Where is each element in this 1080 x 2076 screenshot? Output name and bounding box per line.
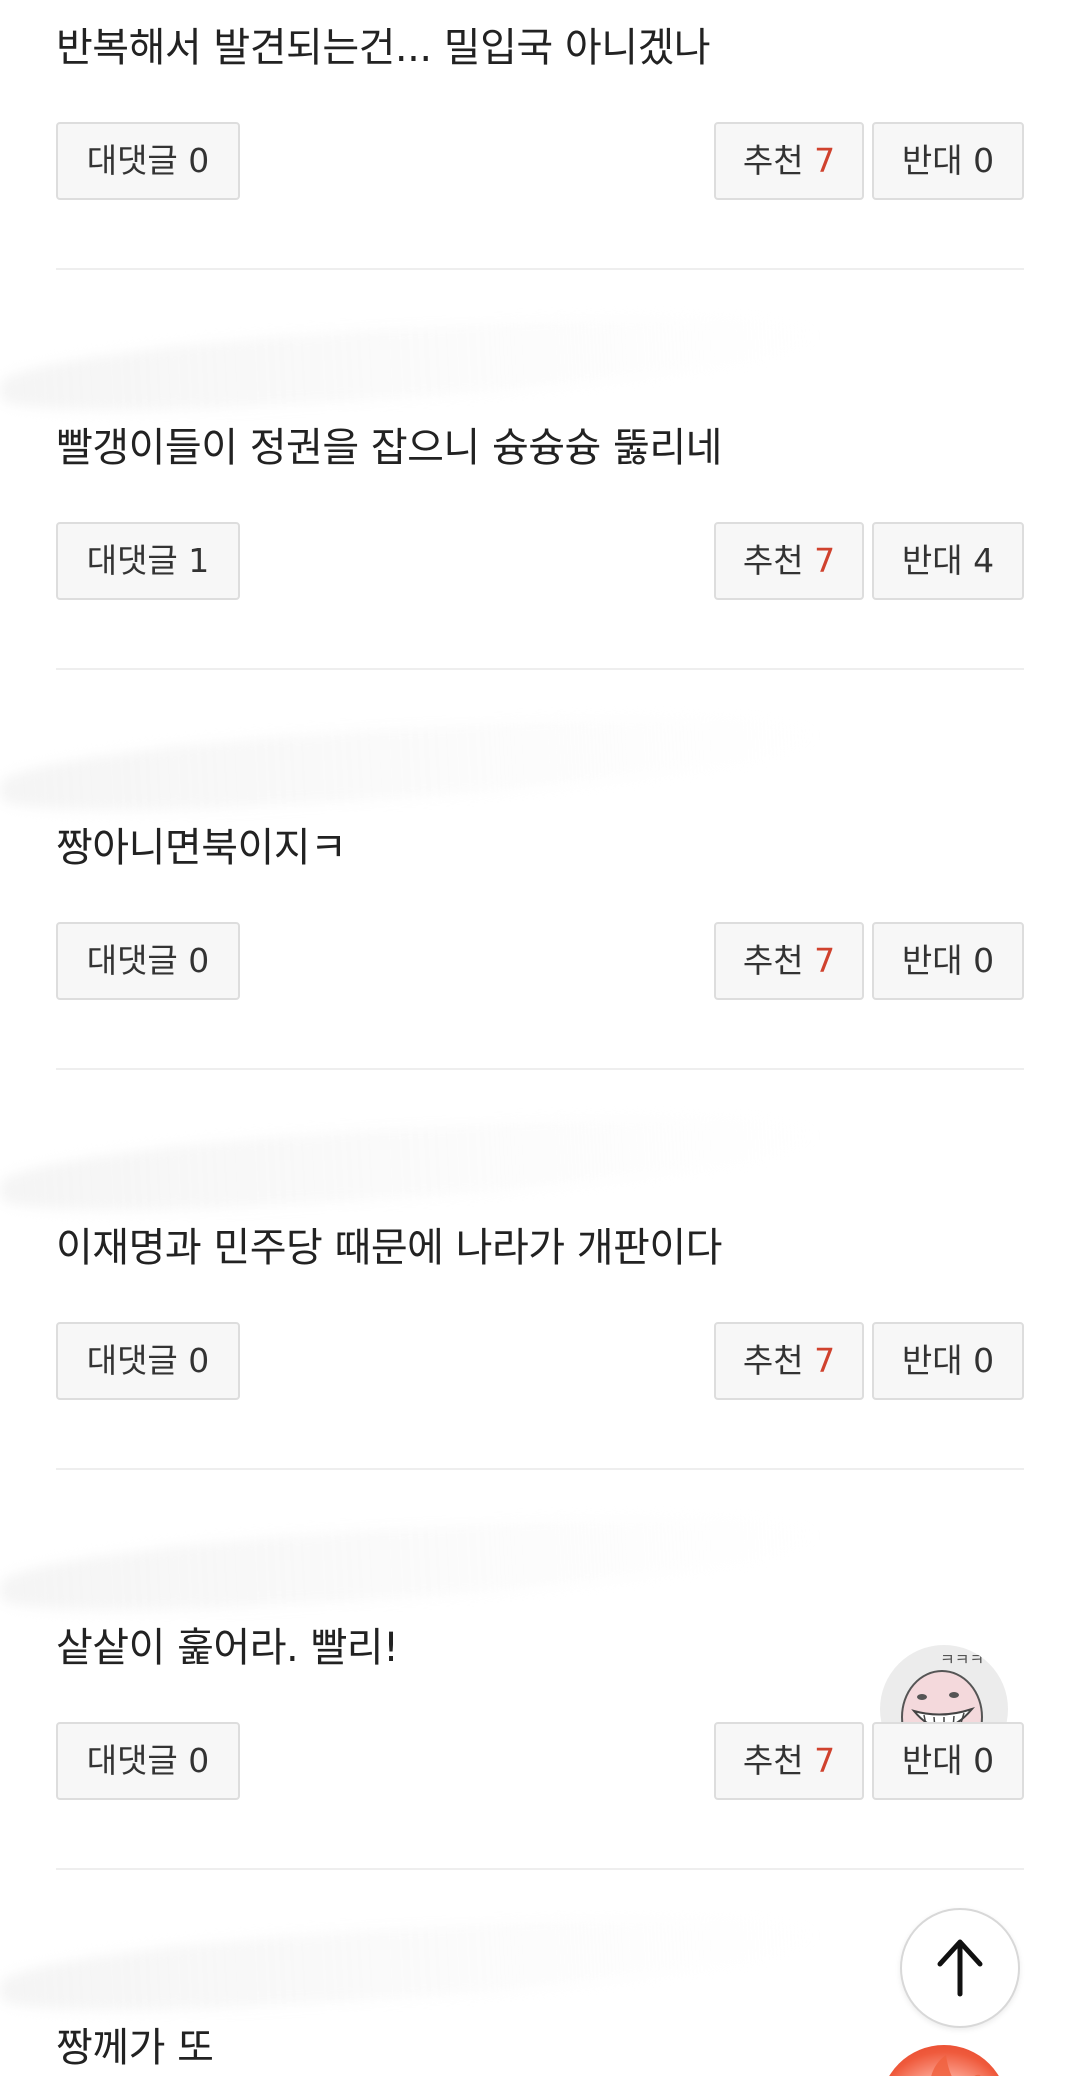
dislike-button[interactable]: 반대 0: [872, 1322, 1024, 1400]
like-label: 추천: [742, 941, 804, 980]
comment-item: 반복해서 발견되는건... 밀입국 아니겠나 대댓글 0 추천 7 반대 0: [0, 0, 1080, 310]
comment-divider: [56, 1068, 1024, 1070]
like-button[interactable]: 추천 7: [714, 1322, 864, 1400]
dislike-button[interactable]: 반대 0: [872, 1722, 1024, 1800]
like-button[interactable]: 추천 7: [714, 522, 864, 600]
like-count: 7: [814, 1341, 836, 1380]
reply-button[interactable]: 대댓글 1: [56, 522, 240, 600]
scroll-to-top-button[interactable]: [900, 1908, 1020, 2028]
comment-divider: [56, 268, 1024, 270]
dislike-button[interactable]: 반대 4: [872, 522, 1024, 600]
reply-button[interactable]: 대댓글 0: [56, 922, 240, 1000]
like-label: 추천: [742, 1341, 804, 1380]
comment-divider: [56, 1468, 1024, 1470]
dislike-count: 0: [973, 941, 995, 980]
reply-label: 대댓글: [86, 541, 178, 580]
dislike-button[interactable]: 반대 0: [872, 122, 1024, 200]
dislike-label: 반대: [901, 1341, 963, 1380]
background-smudge: [0, 706, 822, 820]
comment-text: 이재명과 민주당 때문에 나라가 개판이다: [56, 1225, 722, 1271]
like-count: 7: [814, 141, 836, 180]
reply-button[interactable]: 대댓글 0: [56, 122, 240, 200]
comment-item: 빨갱이들이 정권을 잡으니 슝슝슝 뚫리네 대댓글 1 추천 7 반대 4: [0, 306, 1080, 710]
comment-text: 반복해서 발견되는건... 밀입국 아니겠나: [56, 25, 711, 71]
dislike-label: 반대: [901, 1741, 963, 1780]
reply-count: 0: [188, 141, 210, 180]
like-button[interactable]: 추천 7: [714, 1722, 864, 1800]
dislike-label: 반대: [901, 541, 963, 580]
reply-label: 대댓글: [86, 1741, 178, 1780]
like-count: 7: [814, 1741, 836, 1780]
like-count: 7: [814, 541, 836, 580]
reply-count: 0: [188, 1341, 210, 1380]
arrow-up-icon: [937, 1939, 983, 1997]
reply-count: 0: [188, 1741, 210, 1780]
like-button[interactable]: 추천 7: [714, 922, 864, 1000]
reply-label: 대댓글: [86, 941, 178, 980]
like-count: 7: [814, 941, 836, 980]
background-smudge: [0, 306, 822, 420]
angry-fire-icon: [931, 2055, 981, 2076]
dislike-button[interactable]: 반대 0: [872, 922, 1024, 1000]
comment-text: 짱아니면북이지ㅋ: [56, 825, 347, 871]
reply-label: 대댓글: [86, 141, 178, 180]
comment-divider: [56, 668, 1024, 670]
background-smudge: [0, 1106, 822, 1220]
comment-text: 짱께가 또: [56, 2025, 214, 2071]
dislike-count: 4: [973, 541, 995, 580]
like-label: 추천: [742, 141, 804, 180]
reply-count: 1: [188, 541, 210, 580]
like-label: 추천: [742, 541, 804, 580]
comment-item: 짱아니면북이지ㅋ 대댓글 0 추천 7 반대 0: [0, 706, 1080, 1110]
dislike-count: 0: [973, 141, 995, 180]
comment-text: 빨갱이들이 정권을 잡으니 슝슝슝 뚫리네: [56, 425, 722, 471]
dislike-count: 0: [973, 1741, 995, 1780]
reply-label: 대댓글: [86, 1341, 178, 1380]
comment-divider: [56, 1868, 1024, 1870]
like-button[interactable]: 추천 7: [714, 122, 864, 200]
like-label: 추천: [742, 1741, 804, 1780]
comment-text: 샅샅이 훑어라. 빨리!: [56, 1625, 399, 1671]
emoticon-caption: ㅋㅋㅋ: [940, 1650, 984, 1669]
dislike-label: 반대: [901, 941, 963, 980]
dislike-label: 반대: [901, 141, 963, 180]
background-smudge: [0, 1910, 822, 2020]
dislike-count: 0: [973, 1341, 995, 1380]
reply-button[interactable]: 대댓글 0: [56, 1322, 240, 1400]
comment-item: 이재명과 민주당 때문에 나라가 개판이다 대댓글 0 추천 7 반대 0: [0, 1106, 1080, 1510]
angry-fire-emoticon: [880, 2045, 1008, 2076]
comment-item: ㅋㅋㅋ 샅샅이 훑어라. 빨리! 대댓글 0 추천 7 반대 0: [0, 1506, 1080, 1910]
background-smudge: [0, 1506, 822, 1620]
reply-button[interactable]: 대댓글 0: [56, 1722, 240, 1800]
reply-count: 0: [188, 941, 210, 980]
